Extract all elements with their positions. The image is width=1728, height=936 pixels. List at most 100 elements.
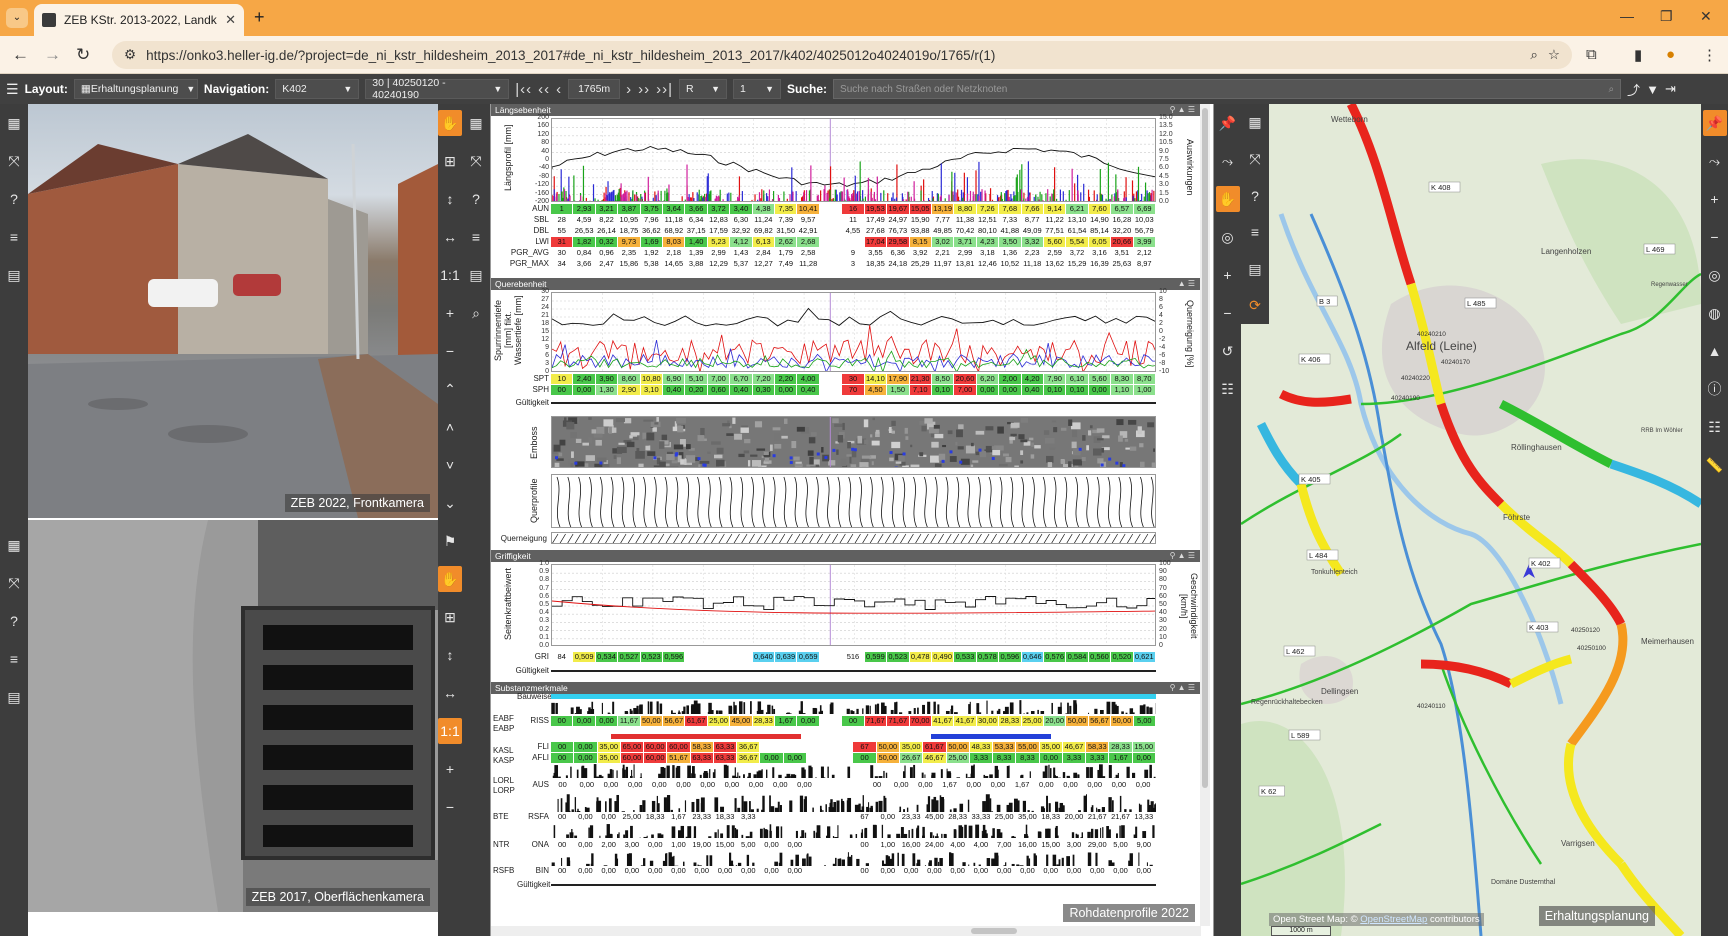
- value-cell[interactable]: 15,90: [909, 215, 932, 225]
- value-cell[interactable]: 85,14: [1088, 226, 1112, 236]
- value-cell[interactable]: [685, 652, 708, 662]
- emboss-strip[interactable]: [551, 416, 1156, 468]
- value-cell[interactable]: [830, 742, 854, 752]
- value-cell[interactable]: 5,60: [1088, 374, 1112, 384]
- value-cell[interactable]: 61,67: [923, 742, 947, 752]
- value-cell[interactable]: 50,00: [1066, 716, 1089, 726]
- value-cell[interactable]: 2,12: [1133, 248, 1156, 258]
- value-cell[interactable]: 17,90: [887, 374, 910, 384]
- value-cell[interactable]: [760, 812, 784, 822]
- surface-camera-image[interactable]: ZEB 2017, Oberflächenkamera: [28, 520, 438, 912]
- value-cell[interactable]: 3,72: [1066, 248, 1089, 258]
- value-cell[interactable]: 25,00: [707, 716, 731, 726]
- fullscreen-icon[interactable]: ⤧: [0, 564, 29, 602]
- down-icon[interactable]: ˅: [435, 446, 465, 484]
- value-cell[interactable]: 5,23: [707, 237, 731, 247]
- value-cell[interactable]: 2,62: [775, 237, 798, 247]
- value-cell[interactable]: 2,99: [954, 248, 977, 258]
- help-icon[interactable]: ?: [1240, 177, 1270, 214]
- value-cell[interactable]: 3,33: [737, 812, 761, 822]
- value-cell[interactable]: 3,88: [685, 259, 708, 269]
- value-cell[interactable]: 58,33: [690, 742, 714, 752]
- value-cell[interactable]: 19,67: [887, 204, 910, 214]
- value-cell[interactable]: 3,66: [685, 204, 708, 214]
- value-cell[interactable]: 28: [551, 215, 574, 225]
- value-cell[interactable]: 25,00: [946, 753, 970, 763]
- nav-prev-icon[interactable]: ‹: [556, 81, 562, 98]
- value-cell[interactable]: [707, 652, 731, 662]
- value-cell[interactable]: 7,77: [931, 215, 955, 225]
- search-icon[interactable]: ⌕: [1608, 84, 1614, 95]
- value-cell[interactable]: 3,51: [1111, 248, 1134, 258]
- value-cell[interactable]: 28,33: [752, 716, 776, 726]
- value-cell[interactable]: 00: [551, 385, 574, 395]
- value-cell[interactable]: 18,33: [644, 812, 668, 822]
- value-cell[interactable]: 7,39: [775, 215, 798, 225]
- value-cell[interactable]: 28,33: [999, 716, 1022, 726]
- value-cell[interactable]: 30,00: [976, 716, 1000, 726]
- nav-last-icon[interactable]: ››|: [656, 81, 673, 98]
- value-cell[interactable]: 18,35: [864, 259, 888, 269]
- value-cell[interactable]: 3,16: [1088, 248, 1112, 258]
- value-cell[interactable]: 65,00: [620, 742, 645, 752]
- refresh-icon[interactable]: ⟳: [1240, 287, 1270, 324]
- value-cell[interactable]: 1,43: [730, 248, 753, 258]
- value-cell[interactable]: 7,60: [1088, 204, 1112, 214]
- longitudinal-profile-plot[interactable]: [551, 118, 1156, 202]
- settings-sliders-icon[interactable]: ≡: [0, 640, 29, 678]
- value-cell[interactable]: 0,60: [707, 385, 731, 395]
- value-cell[interactable]: 0,00: [573, 385, 596, 395]
- value-cell[interactable]: 2,20: [775, 374, 798, 384]
- value-cell[interactable]: 60,00: [644, 753, 668, 763]
- value-cell[interactable]: 0,00: [1107, 780, 1132, 790]
- value-cell[interactable]: 6,70: [730, 374, 753, 384]
- value-cell[interactable]: 2,40: [573, 374, 596, 384]
- value-cell[interactable]: 13,33: [1132, 812, 1156, 822]
- value-cell[interactable]: 60,00: [667, 742, 691, 752]
- value-cell[interactable]: 0,00: [1132, 866, 1156, 876]
- map-view[interactable]: Alfeld (Leine) Wetteborn Langenholzen Rölli…: [1241, 104, 1701, 936]
- value-cell[interactable]: 50,00: [946, 742, 970, 752]
- forward-arrow-icon[interactable]: →: [44, 45, 61, 65]
- fullscreen-icon[interactable]: ⤧: [1240, 141, 1270, 178]
- value-cell[interactable]: [806, 753, 831, 763]
- value-cell[interactable]: [819, 716, 843, 726]
- profile-avatar-icon[interactable]: ●: [1666, 46, 1675, 63]
- value-cell[interactable]: 14,10: [864, 374, 888, 384]
- value-cell[interactable]: 16,39: [1088, 259, 1112, 269]
- value-cell[interactable]: 0,10: [1043, 385, 1067, 395]
- value-cell[interactable]: 0,00: [797, 716, 820, 726]
- value-cell[interactable]: 11,18: [663, 215, 686, 225]
- value-cell[interactable]: 00: [551, 780, 576, 790]
- route-icon[interactable]: ⤳: [1213, 142, 1243, 180]
- value-cell[interactable]: 3,92: [909, 248, 932, 258]
- value-cell[interactable]: 4,00: [969, 840, 994, 850]
- sidepanel-icon[interactable]: ▮: [1634, 46, 1642, 64]
- value-cell[interactable]: 17,59: [707, 226, 731, 236]
- value-cell[interactable]: 12,46: [976, 259, 1000, 269]
- value-cell[interactable]: 23,33: [690, 812, 714, 822]
- target-icon[interactable]: ◎: [1700, 256, 1728, 294]
- value-cell[interactable]: 58,33: [1086, 742, 1110, 752]
- nav-next-fast-icon[interactable]: ››: [638, 81, 650, 98]
- value-cell[interactable]: 16: [842, 204, 865, 214]
- new-tab-icon[interactable]: +: [254, 7, 265, 28]
- exit-icon[interactable]: ⇥: [1665, 81, 1676, 97]
- value-cell[interactable]: 63,33: [713, 753, 738, 763]
- value-cell[interactable]: 13,10: [1066, 215, 1089, 225]
- value-cell[interactable]: [830, 840, 854, 850]
- value-cell[interactable]: 00: [551, 753, 575, 763]
- value-cell[interactable]: 80,10: [976, 226, 1000, 236]
- value-cell[interactable]: 21,67: [1086, 812, 1110, 822]
- value-cell[interactable]: 2,93: [573, 204, 596, 214]
- value-cell[interactable]: 48,33: [969, 742, 994, 752]
- value-cell[interactable]: 8,30: [1111, 374, 1134, 384]
- value-cell[interactable]: 56,67: [1088, 716, 1112, 726]
- value-cell[interactable]: 63,33: [713, 742, 738, 752]
- value-cell[interactable]: 2,84: [752, 248, 776, 258]
- value-cell[interactable]: 3,64: [663, 204, 686, 214]
- value-cell[interactable]: 20,66: [1111, 237, 1134, 247]
- value-cell[interactable]: 16,00: [1016, 840, 1040, 850]
- value-cell[interactable]: 15,05: [909, 204, 932, 214]
- value-cell[interactable]: 24,00: [923, 840, 947, 850]
